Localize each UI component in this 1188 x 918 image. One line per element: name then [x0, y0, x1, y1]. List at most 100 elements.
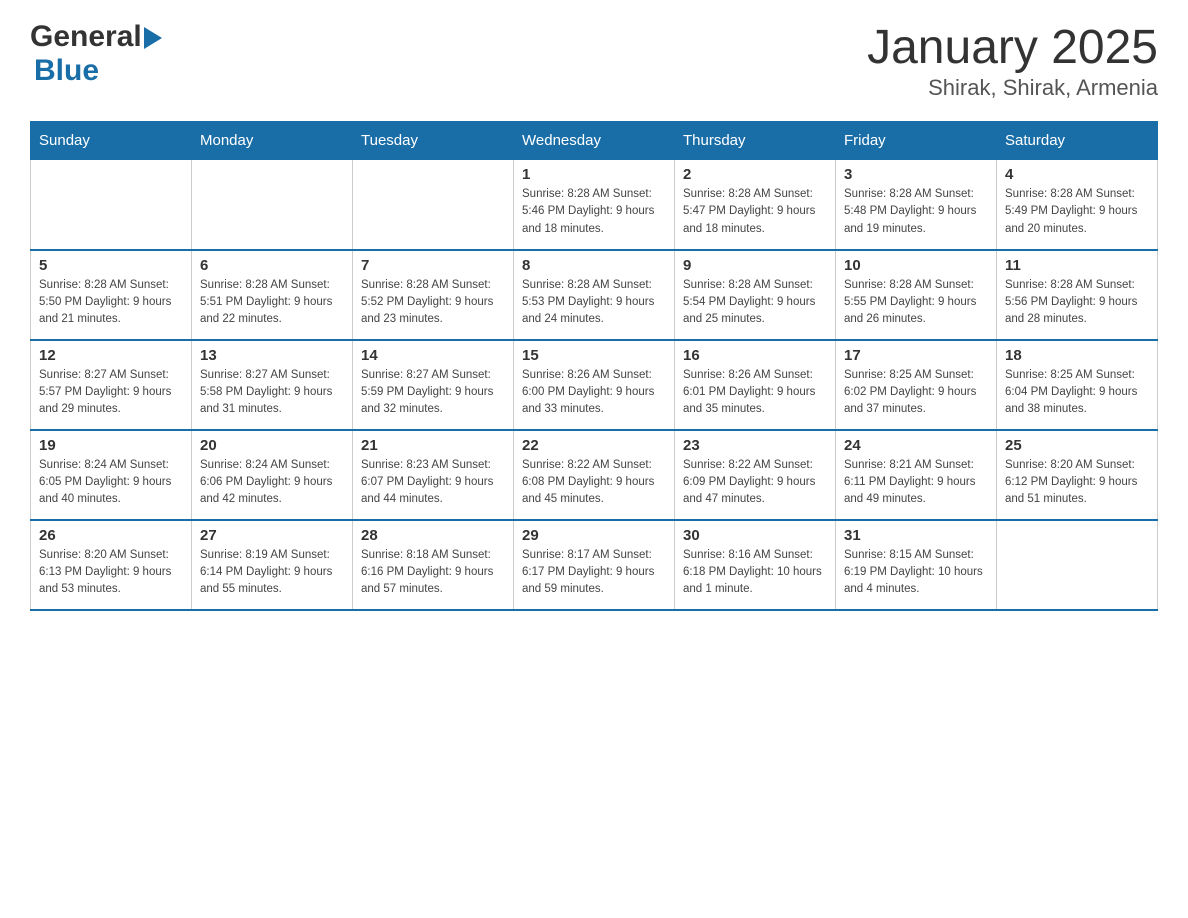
logo-triangle-icon: [144, 27, 162, 49]
calendar-cell: 6Sunrise: 8:28 AM Sunset: 5:51 PM Daylig…: [192, 250, 353, 340]
calendar-week-5: 26Sunrise: 8:20 AM Sunset: 6:13 PM Dayli…: [31, 520, 1158, 610]
calendar-week-3: 12 Sunrise: 8:27 AM Sunset: 5:57 PM Dayli…: [31, 340, 1158, 430]
day-number: 15: [522, 347, 666, 364]
day-number: 24: [844, 437, 988, 454]
day-info: Sunrise: 8:18 AM Sunset: 6:16 PM Dayligh…: [361, 547, 505, 599]
day-number: 17: [844, 347, 988, 364]
day-number: 3: [844, 166, 988, 183]
calendar-cell: 4Sunrise: 8:28 AM Sunset: 5:49 PM Daylig…: [997, 160, 1158, 250]
day-info: Sunrise: 8:27 AM Sunset: 5:59 PM Dayligh…: [361, 367, 505, 419]
calendar-cell: [192, 160, 353, 250]
title-section: January 2025 Shirak, Shirak, Armenia: [867, 20, 1158, 101]
day-number: 30: [683, 527, 827, 544]
day-info: Sunrise: 8:15 AM Sunset: 6:19 PM Dayligh…: [844, 547, 988, 599]
calendar-cell: 15 Sunrise: 8:26 AM Sunset: 6:00 PM Dayli…: [514, 340, 675, 430]
day-info: Sunrise: 8:26 AM Sunset: 6:00 PM Dayligh…: [522, 367, 666, 419]
calendar-cell: [997, 520, 1158, 610]
day-number: 25: [1005, 437, 1149, 454]
day-info: Sunrise: 8:20 AM Sunset: 6:12 PM Dayligh…: [1005, 457, 1149, 509]
calendar-cell: 21 Sunrise: 8:23 AM Sunset: 6:07 PM Dayli…: [353, 430, 514, 520]
logo-blue-text: Blue: [34, 54, 99, 87]
day-number: 27: [200, 527, 344, 544]
calendar-cell: 25 Sunrise: 8:20 AM Sunset: 6:12 PM Dayli…: [997, 430, 1158, 520]
calendar-body: 1Sunrise: 8:28 AM Sunset: 5:46 PM Daylig…: [31, 160, 1158, 610]
day-info: Sunrise: 8:28 AM Sunset: 5:47 PM Dayligh…: [683, 186, 827, 238]
day-info: Sunrise: 8:26 AM Sunset: 6:01 PM Dayligh…: [683, 367, 827, 419]
day-number: 10: [844, 257, 988, 274]
calendar-cell: 14Sunrise: 8:27 AM Sunset: 5:59 PM Dayli…: [353, 340, 514, 430]
day-info: Sunrise: 8:28 AM Sunset: 5:56 PM Dayligh…: [1005, 277, 1149, 329]
calendar-cell: 22 Sunrise: 8:22 AM Sunset: 6:08 PM Dayli…: [514, 430, 675, 520]
calendar-cell: 17 Sunrise: 8:25 AM Sunset: 6:02 PM Dayli…: [836, 340, 997, 430]
calendar-cell: 31 Sunrise: 8:15 AM Sunset: 6:19 PM Dayli…: [836, 520, 997, 610]
calendar-cell: 24 Sunrise: 8:21 AM Sunset: 6:11 PM Dayli…: [836, 430, 997, 520]
weekday-header-monday: Monday: [192, 122, 353, 160]
calendar-cell: 13Sunrise: 8:27 AM Sunset: 5:58 PM Dayli…: [192, 340, 353, 430]
calendar-cell: 29 Sunrise: 8:17 AM Sunset: 6:17 PM Dayli…: [514, 520, 675, 610]
calendar-cell: [31, 160, 192, 250]
weekday-header-thursday: Thursday: [675, 122, 836, 160]
day-number: 7: [361, 257, 505, 274]
day-number: 21: [361, 437, 505, 454]
calendar-cell: 27 Sunrise: 8:19 AM Sunset: 6:14 PM Dayli…: [192, 520, 353, 610]
day-number: 12: [39, 347, 183, 364]
day-number: 5: [39, 257, 183, 274]
calendar-subtitle: Shirak, Shirak, Armenia: [867, 75, 1158, 101]
day-info: Sunrise: 8:25 AM Sunset: 6:02 PM Dayligh…: [844, 367, 988, 419]
calendar-cell: 10 Sunrise: 8:28 AM Sunset: 5:55 PM Dayli…: [836, 250, 997, 340]
calendar-cell: 5 Sunrise: 8:28 AM Sunset: 5:50 PM Daylig…: [31, 250, 192, 340]
day-info: Sunrise: 8:28 AM Sunset: 5:55 PM Dayligh…: [844, 277, 988, 329]
day-number: 1: [522, 166, 666, 183]
calendar-header: SundayMondayTuesdayWednesdayThursdayFrid…: [31, 122, 1158, 160]
calendar-table: SundayMondayTuesdayWednesdayThursdayFrid…: [30, 121, 1158, 611]
day-number: 22: [522, 437, 666, 454]
day-info: Sunrise: 8:28 AM Sunset: 5:50 PM Dayligh…: [39, 277, 183, 329]
day-info: Sunrise: 8:20 AM Sunset: 6:13 PM Dayligh…: [39, 547, 183, 599]
calendar-cell: 30 Sunrise: 8:16 AM Sunset: 6:18 PM Dayli…: [675, 520, 836, 610]
calendar-cell: 16 Sunrise: 8:26 AM Sunset: 6:01 PM Dayli…: [675, 340, 836, 430]
day-info: Sunrise: 8:27 AM Sunset: 5:58 PM Dayligh…: [200, 367, 344, 419]
day-number: 19: [39, 437, 183, 454]
weekday-header-tuesday: Tuesday: [353, 122, 514, 160]
calendar-cell: 12 Sunrise: 8:27 AM Sunset: 5:57 PM Dayli…: [31, 340, 192, 430]
calendar-cell: 7 Sunrise: 8:28 AM Sunset: 5:52 PM Daylig…: [353, 250, 514, 340]
weekday-header-wednesday: Wednesday: [514, 122, 675, 160]
weekday-header-saturday: Saturday: [997, 122, 1158, 160]
calendar-title: January 2025: [867, 20, 1158, 75]
day-number: 20: [200, 437, 344, 454]
calendar-cell: 9Sunrise: 8:28 AM Sunset: 5:54 PM Daylig…: [675, 250, 836, 340]
page-header: General Blue January 2025 Shirak, Shirak…: [30, 20, 1158, 101]
day-number: 6: [200, 257, 344, 274]
day-info: Sunrise: 8:17 AM Sunset: 6:17 PM Dayligh…: [522, 547, 666, 599]
day-info: Sunrise: 8:21 AM Sunset: 6:11 PM Dayligh…: [844, 457, 988, 509]
calendar-cell: 18Sunrise: 8:25 AM Sunset: 6:04 PM Dayli…: [997, 340, 1158, 430]
day-number: 9: [683, 257, 827, 274]
day-info: Sunrise: 8:28 AM Sunset: 5:53 PM Dayligh…: [522, 277, 666, 329]
calendar-cell: 3Sunrise: 8:28 AM Sunset: 5:48 PM Daylig…: [836, 160, 997, 250]
calendar-week-2: 5 Sunrise: 8:28 AM Sunset: 5:50 PM Daylig…: [31, 250, 1158, 340]
calendar-cell: 1Sunrise: 8:28 AM Sunset: 5:46 PM Daylig…: [514, 160, 675, 250]
day-number: 29: [522, 527, 666, 544]
day-info: Sunrise: 8:24 AM Sunset: 6:05 PM Dayligh…: [39, 457, 183, 509]
calendar-cell: 23Sunrise: 8:22 AM Sunset: 6:09 PM Dayli…: [675, 430, 836, 520]
day-info: Sunrise: 8:27 AM Sunset: 5:57 PM Dayligh…: [39, 367, 183, 419]
logo: General Blue: [30, 20, 162, 88]
day-info: Sunrise: 8:25 AM Sunset: 6:04 PM Dayligh…: [1005, 367, 1149, 419]
day-number: 16: [683, 347, 827, 364]
calendar-cell: 19 Sunrise: 8:24 AM Sunset: 6:05 PM Dayli…: [31, 430, 192, 520]
day-number: 8: [522, 257, 666, 274]
day-info: Sunrise: 8:16 AM Sunset: 6:18 PM Dayligh…: [683, 547, 827, 599]
calendar-week-1: 1Sunrise: 8:28 AM Sunset: 5:46 PM Daylig…: [31, 160, 1158, 250]
day-info: Sunrise: 8:28 AM Sunset: 5:52 PM Dayligh…: [361, 277, 505, 329]
day-info: Sunrise: 8:23 AM Sunset: 6:07 PM Dayligh…: [361, 457, 505, 509]
day-info: Sunrise: 8:28 AM Sunset: 5:49 PM Dayligh…: [1005, 186, 1149, 238]
calendar-cell: 11Sunrise: 8:28 AM Sunset: 5:56 PM Dayli…: [997, 250, 1158, 340]
calendar-cell: 8 Sunrise: 8:28 AM Sunset: 5:53 PM Daylig…: [514, 250, 675, 340]
day-number: 31: [844, 527, 988, 544]
day-info: Sunrise: 8:19 AM Sunset: 6:14 PM Dayligh…: [200, 547, 344, 599]
calendar-week-4: 19 Sunrise: 8:24 AM Sunset: 6:05 PM Dayli…: [31, 430, 1158, 520]
day-info: Sunrise: 8:24 AM Sunset: 6:06 PM Dayligh…: [200, 457, 344, 509]
day-info: Sunrise: 8:22 AM Sunset: 6:08 PM Dayligh…: [522, 457, 666, 509]
calendar-cell: 26Sunrise: 8:20 AM Sunset: 6:13 PM Dayli…: [31, 520, 192, 610]
day-number: 23: [683, 437, 827, 454]
